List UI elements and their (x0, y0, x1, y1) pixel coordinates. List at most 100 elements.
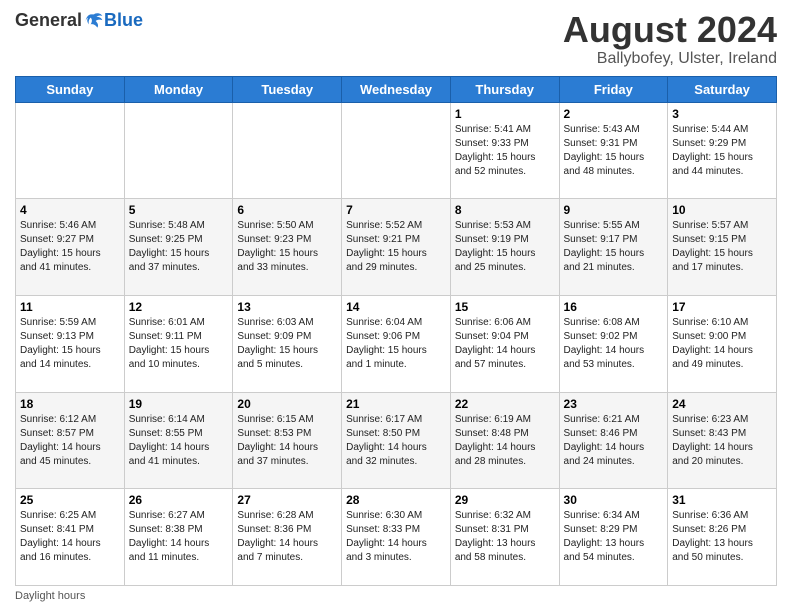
calendar-cell: 11Sunrise: 5:59 AM Sunset: 9:13 PM Dayli… (16, 295, 125, 392)
day-info: Sunrise: 6:10 AM Sunset: 9:00 PM Dayligh… (672, 316, 772, 372)
day-number: 19 (129, 396, 229, 412)
title-block: August 2024 Ballybofey, Ulster, Ireland (563, 10, 777, 68)
calendar-day-header: Monday (124, 76, 233, 102)
calendar-cell: 13Sunrise: 6:03 AM Sunset: 9:09 PM Dayli… (233, 295, 342, 392)
calendar-day-header: Saturday (668, 76, 777, 102)
day-info: Sunrise: 6:30 AM Sunset: 8:33 PM Dayligh… (346, 509, 446, 565)
day-info: Sunrise: 6:27 AM Sunset: 8:38 PM Dayligh… (129, 509, 229, 565)
day-info: Sunrise: 5:53 AM Sunset: 9:19 PM Dayligh… (455, 219, 555, 275)
calendar-day-header: Tuesday (233, 76, 342, 102)
header: General Blue August 2024 Ballybofey, Uls… (15, 10, 777, 68)
calendar-cell: 7Sunrise: 5:52 AM Sunset: 9:21 PM Daylig… (342, 199, 451, 296)
day-info: Sunrise: 6:34 AM Sunset: 8:29 PM Dayligh… (564, 509, 664, 565)
day-number: 6 (237, 202, 337, 218)
calendar-cell: 17Sunrise: 6:10 AM Sunset: 9:00 PM Dayli… (668, 295, 777, 392)
calendar-cell: 30Sunrise: 6:34 AM Sunset: 8:29 PM Dayli… (559, 489, 668, 586)
day-number: 25 (20, 492, 120, 508)
day-info: Sunrise: 5:59 AM Sunset: 9:13 PM Dayligh… (20, 316, 120, 372)
day-info: Sunrise: 6:25 AM Sunset: 8:41 PM Dayligh… (20, 509, 120, 565)
calendar-cell: 15Sunrise: 6:06 AM Sunset: 9:04 PM Dayli… (450, 295, 559, 392)
calendar-table: SundayMondayTuesdayWednesdayThursdayFrid… (15, 76, 777, 586)
day-number: 10 (672, 202, 772, 218)
day-info: Sunrise: 5:43 AM Sunset: 9:31 PM Dayligh… (564, 123, 664, 179)
calendar-cell: 12Sunrise: 6:01 AM Sunset: 9:11 PM Dayli… (124, 295, 233, 392)
calendar-cell: 4Sunrise: 5:46 AM Sunset: 9:27 PM Daylig… (16, 199, 125, 296)
calendar-cell: 29Sunrise: 6:32 AM Sunset: 8:31 PM Dayli… (450, 489, 559, 586)
calendar-cell: 18Sunrise: 6:12 AM Sunset: 8:57 PM Dayli… (16, 392, 125, 489)
day-number: 28 (346, 492, 446, 508)
day-number: 2 (564, 106, 664, 122)
day-info: Sunrise: 6:03 AM Sunset: 9:09 PM Dayligh… (237, 316, 337, 372)
calendar-week-row: 4Sunrise: 5:46 AM Sunset: 9:27 PM Daylig… (16, 199, 777, 296)
calendar-cell: 19Sunrise: 6:14 AM Sunset: 8:55 PM Dayli… (124, 392, 233, 489)
calendar-week-row: 11Sunrise: 5:59 AM Sunset: 9:13 PM Dayli… (16, 295, 777, 392)
day-number: 12 (129, 299, 229, 315)
calendar-day-header: Friday (559, 76, 668, 102)
day-info: Sunrise: 6:14 AM Sunset: 8:55 PM Dayligh… (129, 413, 229, 469)
day-number: 30 (564, 492, 664, 508)
day-number: 13 (237, 299, 337, 315)
page: General Blue August 2024 Ballybofey, Uls… (0, 0, 792, 612)
day-number: 26 (129, 492, 229, 508)
day-number: 21 (346, 396, 446, 412)
calendar-cell: 5Sunrise: 5:48 AM Sunset: 9:25 PM Daylig… (124, 199, 233, 296)
day-number: 3 (672, 106, 772, 122)
calendar-week-row: 18Sunrise: 6:12 AM Sunset: 8:57 PM Dayli… (16, 392, 777, 489)
logo-bird-icon (84, 11, 104, 31)
day-info: Sunrise: 6:17 AM Sunset: 8:50 PM Dayligh… (346, 413, 446, 469)
calendar-day-header: Wednesday (342, 76, 451, 102)
day-info: Sunrise: 6:08 AM Sunset: 9:02 PM Dayligh… (564, 316, 664, 372)
day-number: 20 (237, 396, 337, 412)
day-number: 1 (455, 106, 555, 122)
calendar-cell (16, 102, 125, 199)
day-number: 31 (672, 492, 772, 508)
calendar-day-header: Sunday (16, 76, 125, 102)
calendar-body: 1Sunrise: 5:41 AM Sunset: 9:33 PM Daylig… (16, 102, 777, 585)
calendar-cell: 22Sunrise: 6:19 AM Sunset: 8:48 PM Dayli… (450, 392, 559, 489)
day-number: 14 (346, 299, 446, 315)
day-info: Sunrise: 6:28 AM Sunset: 8:36 PM Dayligh… (237, 509, 337, 565)
daylight-label: Daylight hours (15, 590, 85, 602)
day-number: 7 (346, 202, 446, 218)
day-info: Sunrise: 5:52 AM Sunset: 9:21 PM Dayligh… (346, 219, 446, 275)
day-info: Sunrise: 6:06 AM Sunset: 9:04 PM Dayligh… (455, 316, 555, 372)
title-month-year: August 2024 (563, 10, 777, 50)
calendar-cell: 27Sunrise: 6:28 AM Sunset: 8:36 PM Dayli… (233, 489, 342, 586)
calendar-cell: 10Sunrise: 5:57 AM Sunset: 9:15 PM Dayli… (668, 199, 777, 296)
day-number: 23 (564, 396, 664, 412)
calendar-cell: 24Sunrise: 6:23 AM Sunset: 8:43 PM Dayli… (668, 392, 777, 489)
day-number: 8 (455, 202, 555, 218)
calendar-cell: 20Sunrise: 6:15 AM Sunset: 8:53 PM Dayli… (233, 392, 342, 489)
calendar-week-row: 1Sunrise: 5:41 AM Sunset: 9:33 PM Daylig… (16, 102, 777, 199)
day-info: Sunrise: 6:19 AM Sunset: 8:48 PM Dayligh… (455, 413, 555, 469)
day-info: Sunrise: 5:41 AM Sunset: 9:33 PM Dayligh… (455, 123, 555, 179)
day-info: Sunrise: 6:15 AM Sunset: 8:53 PM Dayligh… (237, 413, 337, 469)
calendar-cell: 8Sunrise: 5:53 AM Sunset: 9:19 PM Daylig… (450, 199, 559, 296)
day-number: 9 (564, 202, 664, 218)
day-info: Sunrise: 5:57 AM Sunset: 9:15 PM Dayligh… (672, 219, 772, 275)
day-info: Sunrise: 6:23 AM Sunset: 8:43 PM Dayligh… (672, 413, 772, 469)
day-info: Sunrise: 6:01 AM Sunset: 9:11 PM Dayligh… (129, 316, 229, 372)
logo: General Blue (15, 10, 143, 31)
day-info: Sunrise: 6:12 AM Sunset: 8:57 PM Dayligh… (20, 413, 120, 469)
calendar-cell (233, 102, 342, 199)
calendar-cell (124, 102, 233, 199)
day-info: Sunrise: 6:21 AM Sunset: 8:46 PM Dayligh… (564, 413, 664, 469)
day-number: 17 (672, 299, 772, 315)
calendar-week-row: 25Sunrise: 6:25 AM Sunset: 8:41 PM Dayli… (16, 489, 777, 586)
day-number: 11 (20, 299, 120, 315)
calendar-cell: 9Sunrise: 5:55 AM Sunset: 9:17 PM Daylig… (559, 199, 668, 296)
day-info: Sunrise: 6:32 AM Sunset: 8:31 PM Dayligh… (455, 509, 555, 565)
day-info: Sunrise: 5:46 AM Sunset: 9:27 PM Dayligh… (20, 219, 120, 275)
day-number: 27 (237, 492, 337, 508)
calendar-cell: 2Sunrise: 5:43 AM Sunset: 9:31 PM Daylig… (559, 102, 668, 199)
day-number: 5 (129, 202, 229, 218)
day-info: Sunrise: 5:48 AM Sunset: 9:25 PM Dayligh… (129, 219, 229, 275)
footer-note: Daylight hours (15, 590, 777, 602)
logo-blue-text: Blue (104, 10, 143, 31)
day-number: 24 (672, 396, 772, 412)
calendar-cell: 14Sunrise: 6:04 AM Sunset: 9:06 PM Dayli… (342, 295, 451, 392)
day-info: Sunrise: 5:55 AM Sunset: 9:17 PM Dayligh… (564, 219, 664, 275)
calendar-cell: 3Sunrise: 5:44 AM Sunset: 9:29 PM Daylig… (668, 102, 777, 199)
day-info: Sunrise: 6:36 AM Sunset: 8:26 PM Dayligh… (672, 509, 772, 565)
